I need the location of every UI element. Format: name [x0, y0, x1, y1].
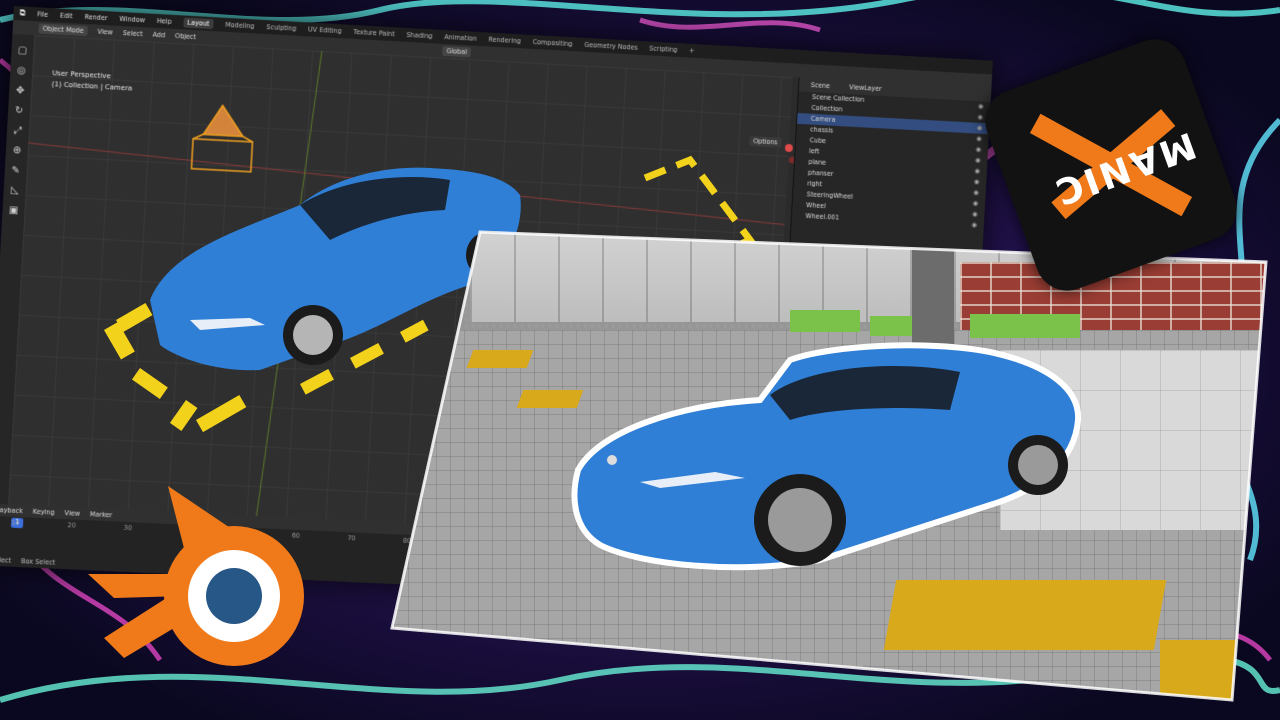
x-axis-line	[26, 143, 787, 225]
render-pillar	[912, 248, 954, 348]
header-add[interactable]: Add	[152, 31, 165, 40]
visibility-eye-icon[interactable]: ◉	[973, 198, 979, 209]
transform-orientation-select[interactable]: Global	[442, 46, 471, 57]
move-icon[interactable]: ✥	[13, 84, 27, 98]
header-select[interactable]: Select	[123, 29, 143, 38]
outliner-item-label: Collection	[811, 104, 843, 114]
outliner-item-label: Wheel.001	[805, 212, 839, 222]
frame-tick-label: 70	[347, 534, 356, 544]
visibility-eye-icon[interactable]: ◉	[971, 220, 977, 231]
tab-modeling[interactable]: Modeling	[225, 21, 255, 31]
outliner-item-label: SteeringWheel	[806, 190, 853, 200]
visibility-eye-icon[interactable]: ◉	[976, 134, 982, 145]
outliner-item-label: plane	[808, 158, 826, 167]
menu-edit[interactable]: Edit	[60, 12, 73, 21]
outliner-item-label: Cube	[809, 136, 826, 145]
tab-uv-editing[interactable]: UV Editing	[308, 25, 342, 35]
annotate-icon[interactable]: ✎	[9, 164, 23, 178]
status-bar: Select Box Select	[0, 556, 55, 567]
transform-icon[interactable]: ⊕	[10, 144, 24, 158]
select-box-icon[interactable]: ▢	[16, 44, 30, 58]
frame-tick-label: 20	[67, 521, 76, 531]
tab-rendering[interactable]: Rendering	[488, 36, 521, 46]
timeline-playback[interactable]: Playback	[0, 506, 23, 515]
tab-animation[interactable]: Animation	[444, 33, 477, 43]
add-cube-icon[interactable]: ▣	[7, 204, 21, 218]
menu-help[interactable]: Help	[157, 17, 172, 26]
outliner-item-label: chassis	[810, 126, 833, 135]
tab-sculpting[interactable]: Sculpting	[266, 23, 296, 33]
status-select: Select	[0, 556, 11, 565]
visibility-eye-icon[interactable]: ◉	[977, 123, 983, 134]
outliner-item-label: right	[807, 180, 822, 189]
viewlayer-selector[interactable]: ViewLayer	[849, 83, 882, 93]
tab-shading[interactable]: Shading	[406, 31, 432, 40]
blender-menu-icon[interactable]: ⧉	[19, 8, 25, 18]
tab-layout[interactable]: Layout	[183, 17, 213, 29]
status-box-select: Box Select	[21, 557, 56, 567]
scene-selector[interactable]: Scene	[811, 81, 831, 90]
outliner-item-label: left	[809, 147, 820, 155]
menu-render[interactable]: Render	[84, 13, 107, 22]
header-view[interactable]: View	[97, 28, 113, 37]
blender-logo-icon	[84, 478, 324, 678]
tab-texture-paint[interactable]: Texture Paint	[353, 28, 395, 38]
outliner-list: Scene Collection ◉ Collection ◉ Camera ◉ chass…	[792, 91, 992, 231]
visibility-eye-icon[interactable]: ◉	[974, 177, 980, 188]
menu-file[interactable]: File	[37, 10, 48, 19]
outliner-item-label: Camera	[811, 115, 836, 124]
measure-icon[interactable]: ◺	[8, 184, 22, 198]
y-axis-line	[256, 49, 321, 518]
menu-window[interactable]: Window	[119, 15, 145, 24]
options-dropdown[interactable]: Options	[749, 136, 782, 148]
timeline-keying[interactable]: Keying	[33, 508, 55, 517]
visibility-eye-icon[interactable]: ◉	[975, 155, 981, 166]
header-object[interactable]: Object	[175, 32, 196, 41]
scale-icon[interactable]: ⤢	[11, 124, 25, 138]
rotate-icon[interactable]: ↻	[12, 104, 26, 118]
tab-compositing[interactable]: Compositing	[532, 38, 572, 48]
frame-tick-label: 10	[11, 519, 20, 529]
frame-tick-label: 80	[403, 537, 412, 547]
add-workspace-button[interactable]: +	[689, 47, 695, 55]
cursor-icon[interactable]: ◎	[15, 64, 29, 78]
mode-select[interactable]: Object Mode	[38, 23, 87, 36]
visibility-eye-icon[interactable]: ◉	[976, 144, 982, 155]
render-car	[574, 345, 1078, 567]
outliner-item-label: Wheel	[806, 201, 826, 210]
visibility-eye-icon[interactable]: ◉	[972, 209, 978, 220]
visibility-eye-icon[interactable]: ◉	[974, 166, 980, 177]
timeline-view[interactable]: View	[64, 509, 80, 518]
outliner-item-label: phanser	[808, 169, 834, 178]
visibility-eye-icon[interactable]: ◉	[973, 187, 979, 198]
tab-geometry-nodes[interactable]: Geometry Nodes	[584, 41, 638, 52]
tab-scripting[interactable]: Scripting	[649, 45, 678, 54]
outliner-item-label: Scene Collection	[812, 93, 865, 104]
